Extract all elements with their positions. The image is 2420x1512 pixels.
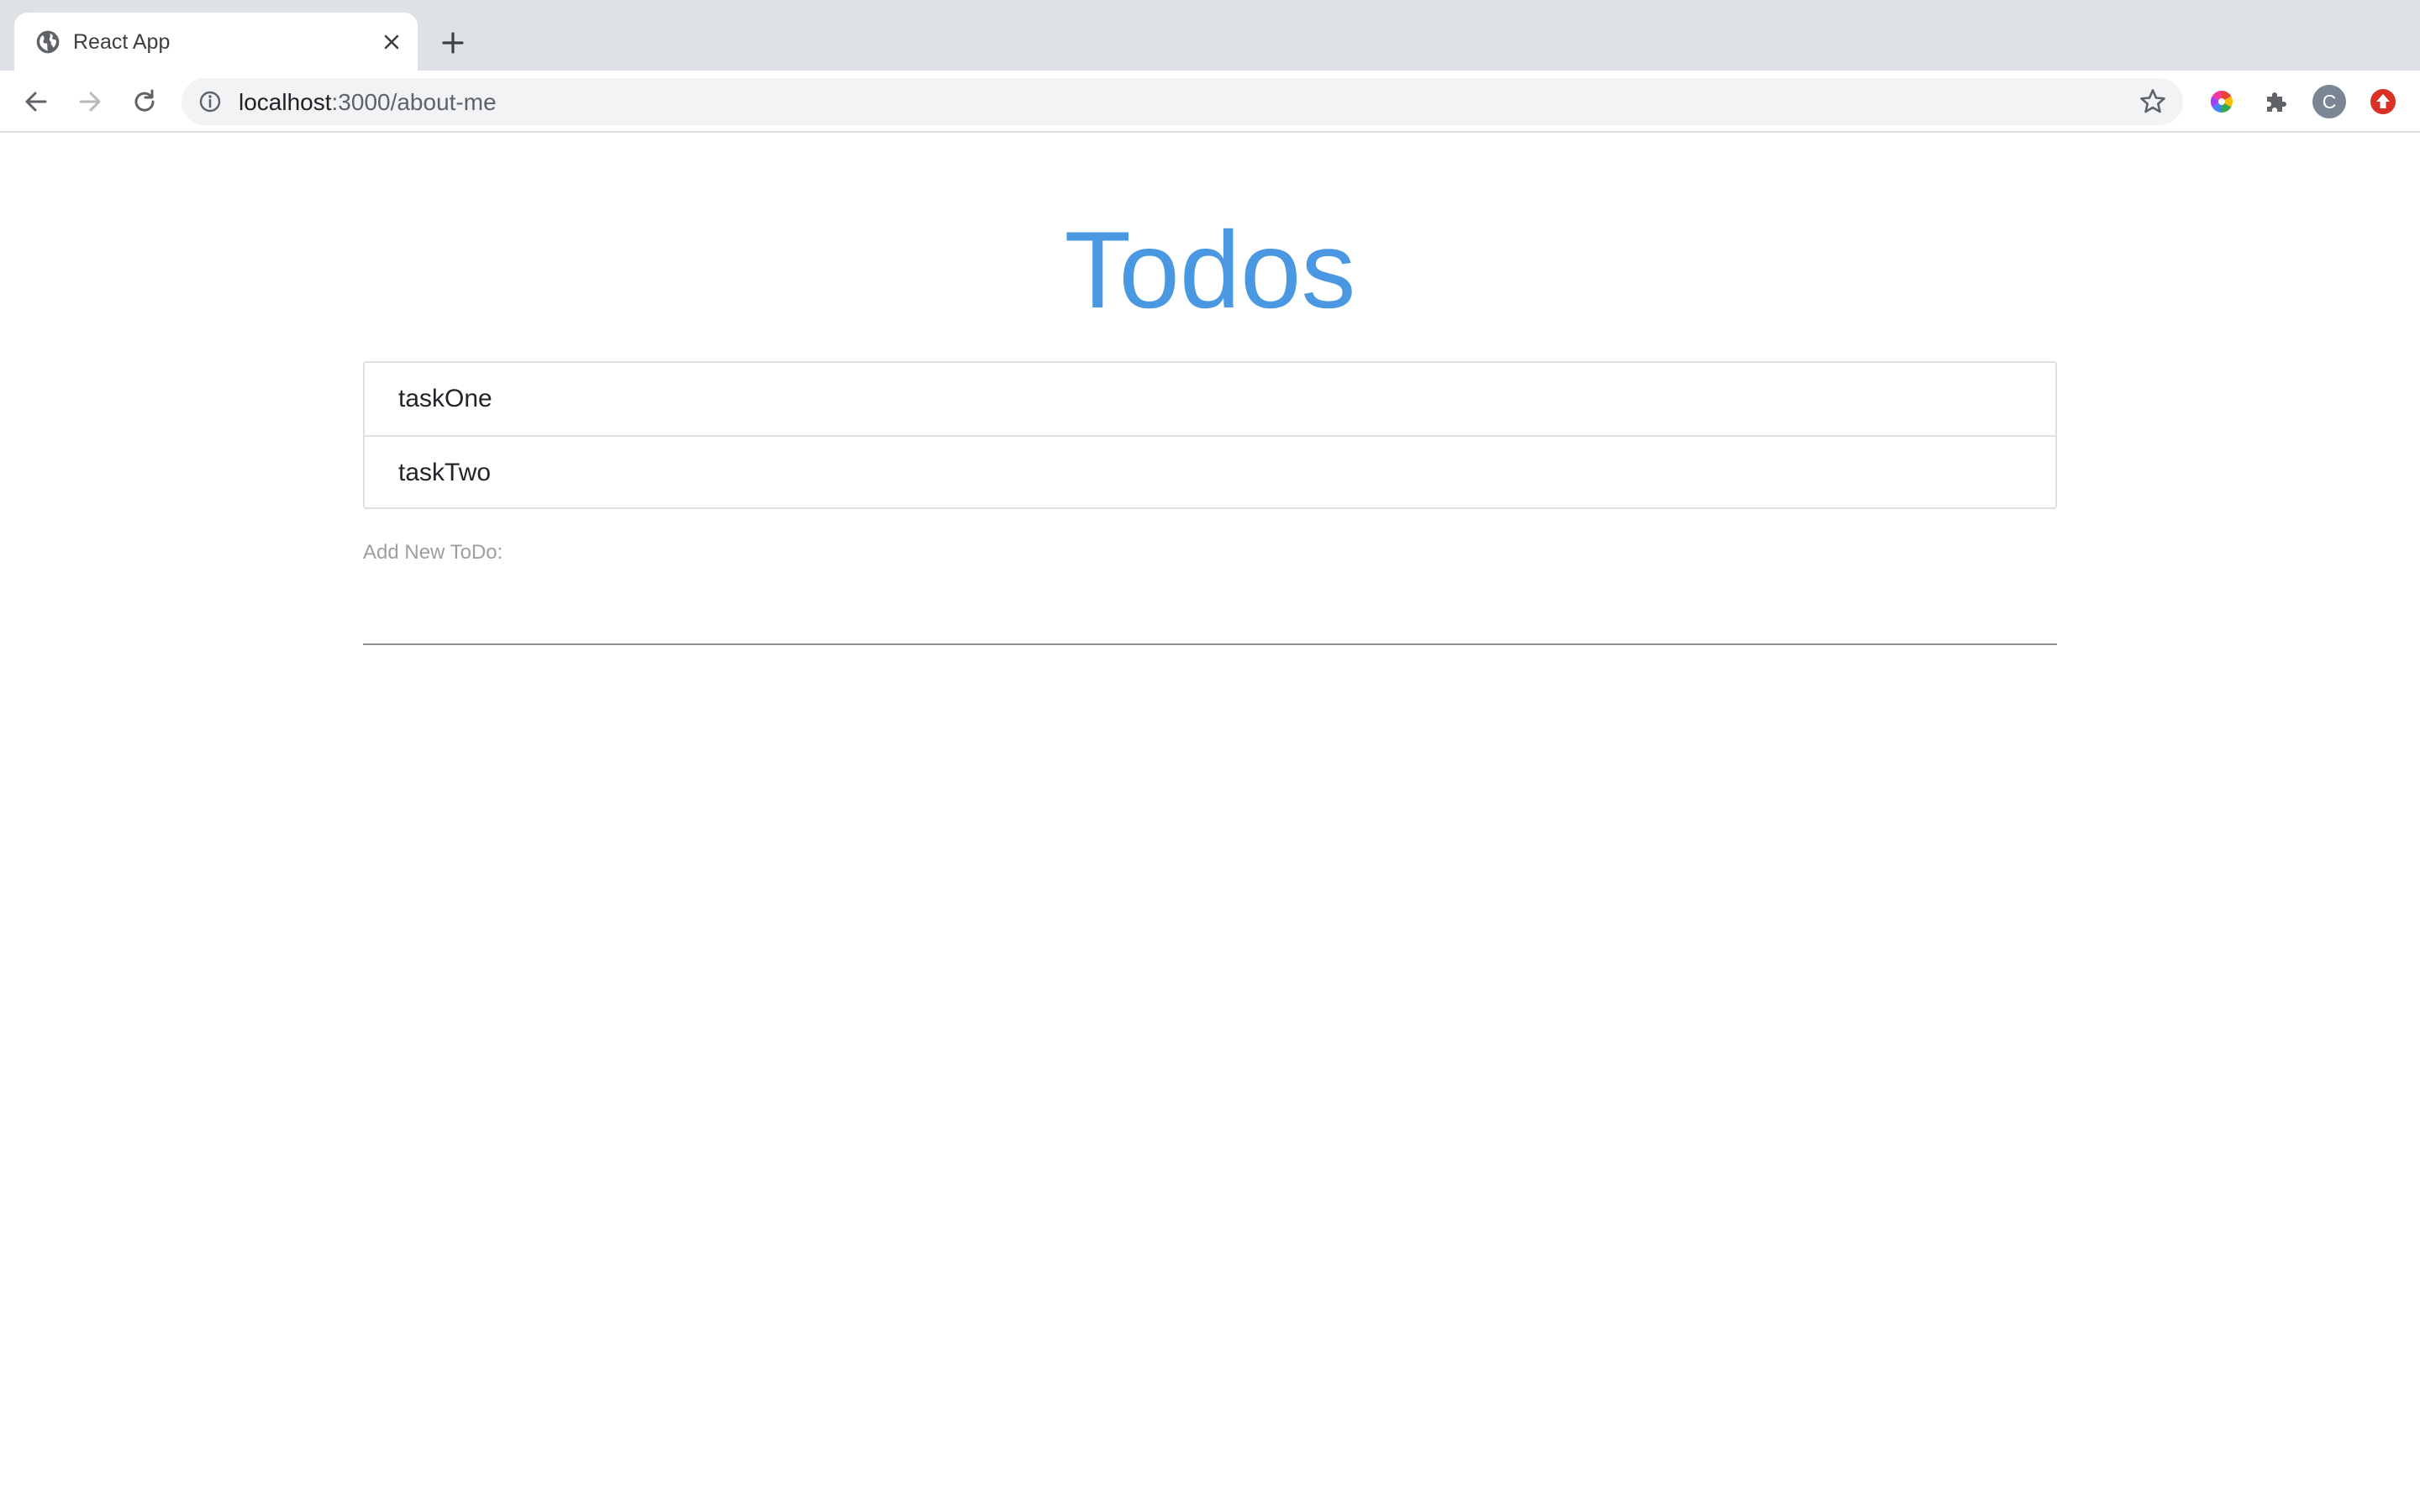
tab-title: React App [73, 30, 171, 54]
arrow-left-icon [25, 92, 47, 112]
color-picker-extension-button[interactable] [2205, 85, 2238, 118]
tab-react-app[interactable]: React App [14, 13, 418, 71]
url-host: localhost [239, 89, 332, 115]
globe-icon [36, 30, 60, 54]
page-content: Todos taskOne taskTwo Add New ToDo: [0, 133, 2420, 1512]
url-path: :3000/about-me [331, 89, 497, 115]
back-button[interactable] [18, 84, 54, 119]
todo-list: taskOne taskTwo [363, 361, 2057, 509]
extensions-button[interactable] [2259, 85, 2292, 118]
info-icon[interactable] [198, 90, 222, 113]
reload-button[interactable] [127, 84, 162, 119]
star-icon[interactable] [2139, 87, 2167, 116]
todo-item[interactable]: taskOne [365, 363, 2055, 435]
close-tab-button[interactable] [377, 28, 406, 56]
browser-toolbar: localhost:3000/about-me C [0, 71, 2420, 133]
close-icon [384, 34, 399, 50]
add-todo-label: Add New ToDo: [363, 541, 503, 564]
profile-button[interactable]: C [2312, 85, 2346, 118]
page-title: Todos [1064, 208, 1356, 331]
todo-item[interactable]: taskTwo [365, 435, 2055, 507]
tab-strip: React App [0, 0, 2420, 71]
update-arrow-icon [2370, 89, 2396, 114]
reload-icon [134, 89, 155, 112]
add-todo-input[interactable] [363, 573, 2057, 645]
forward-button[interactable] [72, 84, 108, 119]
color-wheel-icon [2210, 90, 2233, 113]
new-tab-button[interactable] [435, 25, 471, 60]
arrow-right-icon [79, 92, 101, 112]
puzzle-icon [2267, 92, 2286, 112]
update-button[interactable] [2366, 85, 2400, 118]
address-bar[interactable]: localhost:3000/about-me [182, 78, 2183, 125]
avatar: C [2312, 85, 2346, 118]
plus-icon [442, 32, 464, 54]
url-text[interactable]: localhost:3000/about-me [239, 89, 497, 116]
